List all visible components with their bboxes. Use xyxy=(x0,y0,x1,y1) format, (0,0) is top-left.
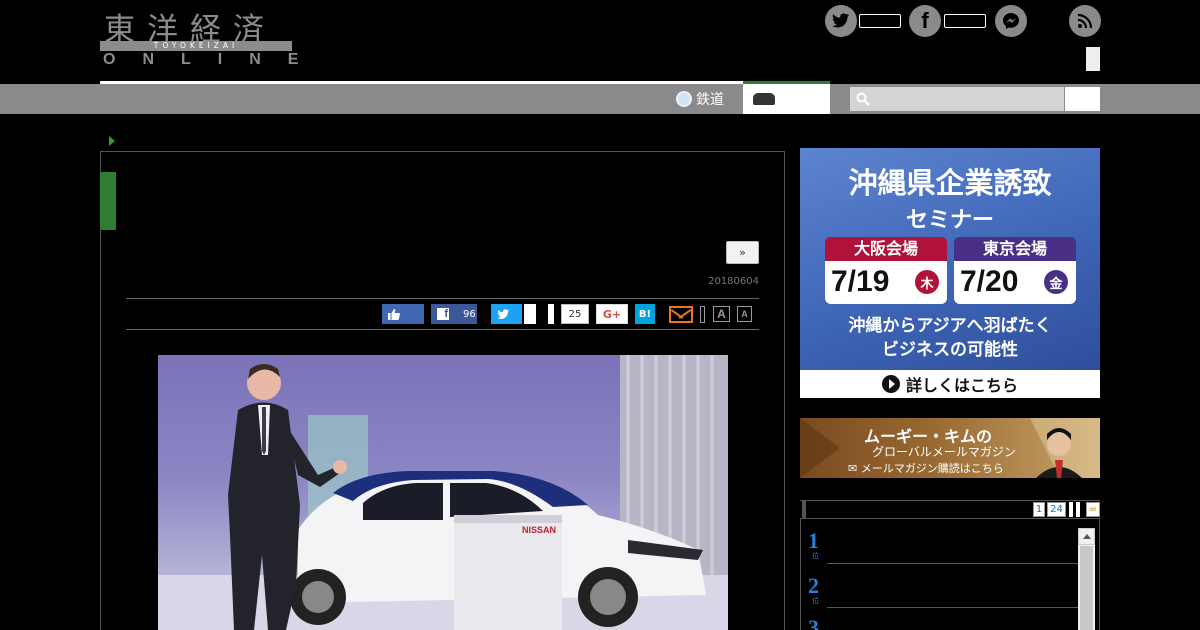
rank-unit-2: 位 xyxy=(812,597,819,605)
nav-item-rail-label: 鉄道 xyxy=(696,92,724,108)
share-divider-bottom xyxy=(126,329,759,330)
venue-osaka-name: 大阪会場 xyxy=(825,237,947,261)
rank-divider xyxy=(827,563,1078,564)
newsletter-subscribe-label: メールマガジン購読はこちら xyxy=(860,462,1004,475)
article-date: 20180604 xyxy=(708,276,759,287)
article-photo: NISSAN xyxy=(158,355,728,630)
ranking-more-button[interactable]: = xyxy=(1086,502,1100,517)
logo-online: ONLINE xyxy=(103,51,326,68)
messenger-icon[interactable] xyxy=(995,5,1027,37)
ranking-list xyxy=(800,518,1100,630)
ad-details-link[interactable]: 詳しくはこちら xyxy=(800,370,1100,398)
facebook-share-button[interactable]: f 96 xyxy=(431,304,477,324)
ad-description-line1: 沖縄からアジアへ羽ばたく xyxy=(848,316,1052,336)
nav-item-car[interactable] xyxy=(743,84,830,114)
newsletter-subscribe-link[interactable]: ✉ メールマガジン購読はこちら xyxy=(848,460,1004,476)
facebook-share-count: 96 xyxy=(463,308,476,320)
rank-number-3: 3 xyxy=(808,615,819,630)
twitter-icon xyxy=(497,308,509,319)
facebook-like-button[interactable] xyxy=(382,304,424,324)
rank-divider xyxy=(827,607,1078,608)
facebook-icon[interactable]: f xyxy=(909,5,941,37)
series-next-button[interactable]: » xyxy=(726,241,759,264)
twitter-follow-count[interactable] xyxy=(859,14,901,28)
ad-details-label: 詳しくはこちら xyxy=(905,376,1018,395)
venue-osaka: 大阪会場 7/19 木 xyxy=(825,237,947,304)
venue-tokyo: 東京会場 7/20 金 xyxy=(954,237,1076,304)
scroll-up-arrow-icon[interactable] xyxy=(1078,528,1095,545)
rss-icon[interactable] xyxy=(1069,5,1101,37)
scroll-thumb[interactable] xyxy=(1080,546,1093,630)
search-icon xyxy=(856,92,870,106)
hatena-bookmark-button[interactable]: B! xyxy=(635,304,655,324)
nav-item-rail[interactable]: 鉄道 xyxy=(676,84,724,114)
envelope-icon: ✉ xyxy=(848,462,861,475)
font-size-large-button[interactable]: A xyxy=(713,306,730,322)
venue-tokyo-name: 東京会場 xyxy=(954,237,1076,261)
ad-subtitle: セミナー xyxy=(905,208,994,233)
pocket-count: 25 xyxy=(561,304,589,324)
pocket-button[interactable] xyxy=(548,304,554,324)
newsletter-subtitle: グローバルメールマガジン xyxy=(872,445,1016,459)
rank-unit-1: 位 xyxy=(812,552,819,560)
facebook-like-count[interactable] xyxy=(944,14,986,28)
google-plus-button[interactable]: G+ xyxy=(596,304,628,324)
ranking-header-marker xyxy=(802,500,806,518)
thumbs-up-icon xyxy=(388,308,400,320)
twitter-share-button[interactable] xyxy=(491,304,522,324)
font-size-small-button[interactable]: A xyxy=(737,306,752,322)
newsletter-ad[interactable]: ムーギー・キムの グローバルメールマガジン ✉ メールマガジン購読はこちら xyxy=(800,418,1100,478)
okinawa-seminar-ad[interactable]: 沖縄県企業誘致 セミナー 大阪会場 7/19 木 東京会場 7/20 金 沖縄か… xyxy=(800,148,1100,398)
twitter-icon[interactable] xyxy=(825,5,857,37)
ad-title: 沖縄県企業誘致 xyxy=(848,166,1052,200)
author-portrait xyxy=(1036,428,1082,478)
venue-tokyo-day: 金 xyxy=(1044,270,1068,294)
ranking-tab-1[interactable]: 1 xyxy=(1033,502,1045,517)
mail-icon[interactable] xyxy=(669,306,693,323)
play-icon xyxy=(881,375,900,393)
breadcrumb-arrow-icon xyxy=(109,136,115,146)
car-icon xyxy=(753,93,775,105)
search-button[interactable] xyxy=(1065,87,1100,111)
logo-romaji: TOYOKEIZAI xyxy=(153,41,239,50)
ranking-tab-24[interactable]: 24 xyxy=(1047,502,1066,517)
ranking-tab-monthly[interactable] xyxy=(1076,502,1080,517)
twitter-share-count xyxy=(524,304,536,324)
article-category-tab xyxy=(100,172,116,230)
ad-description-line2: ビジネスの可能性 xyxy=(882,340,1018,360)
search-input[interactable] xyxy=(850,87,1064,111)
ranking-tab-weekly[interactable] xyxy=(1069,502,1073,517)
venue-osaka-day: 木 xyxy=(915,270,939,294)
rank-number-2: 2 xyxy=(808,573,819,598)
ad-description: 沖縄からアジアへ羽ばたく ビジネスの可能性 xyxy=(800,314,1100,362)
facebook-square-icon: f xyxy=(437,308,449,320)
print-button[interactable] xyxy=(700,306,705,323)
train-icon xyxy=(676,91,692,107)
rank-number-1: 1 xyxy=(808,528,819,553)
header-login-button[interactable] xyxy=(1086,47,1100,71)
svg-text:NISSAN: NISSAN xyxy=(522,525,556,535)
share-divider-top xyxy=(126,298,759,299)
